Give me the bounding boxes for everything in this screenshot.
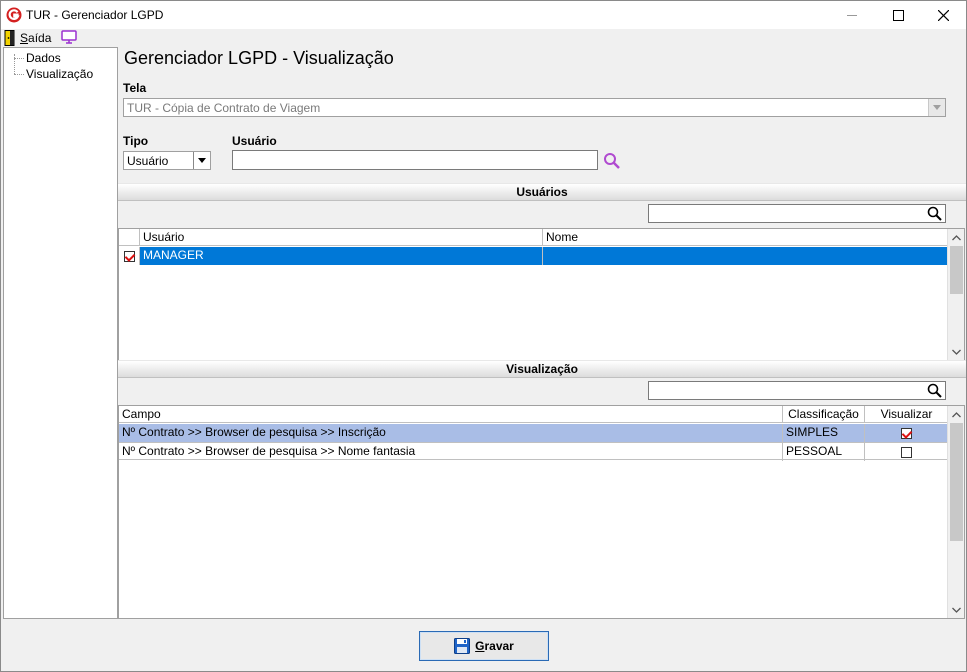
tipo-select-value: Usuário: [127, 154, 169, 168]
tree-item-label: Visualização: [26, 67, 94, 81]
col-classificacao-header[interactable]: Classificação: [783, 406, 865, 423]
scroll-up-icon[interactable]: [948, 229, 965, 246]
search-icon: [927, 206, 942, 224]
tela-select[interactable]: TUR - Cópia de Contrato de Viagem: [123, 98, 946, 117]
tree-item-dados[interactable]: Dados: [12, 51, 61, 65]
monitor-icon: [61, 30, 77, 44]
menu-exit[interactable]: Saída: [4, 29, 51, 47]
view-section-header: Visualização: [118, 360, 966, 378]
table-row[interactable]: MANAGER: [119, 247, 948, 265]
floppy-disk-icon: [454, 638, 471, 654]
monitor-button[interactable]: [61, 30, 77, 47]
col-visualizar-header[interactable]: Visualizar: [865, 406, 948, 423]
usuario-label: Usuário: [232, 134, 277, 148]
row-visualizar-checkbox[interactable]: [865, 424, 948, 442]
scroll-thumb[interactable]: [950, 246, 963, 294]
users-grid: Usuário Nome MANAGER: [118, 228, 965, 361]
page-title: Gerenciador LGPD - Visualização: [124, 48, 394, 68]
menu-bar: Saída: [1, 29, 966, 47]
row-classificacao: PESSOAL: [783, 443, 865, 461]
search-icon: [604, 153, 620, 169]
table-row[interactable]: Nº Contrato >> Browser de pesquisa >> In…: [119, 424, 948, 442]
row-campo: Nº Contrato >> Browser de pesquisa >> No…: [119, 443, 783, 461]
scroll-down-icon[interactable]: [948, 343, 965, 360]
row-nome: [543, 247, 948, 265]
usuario-search-button[interactable]: [603, 152, 621, 172]
row-checkbox[interactable]: [119, 247, 140, 265]
row-classificacao: SIMPLES: [783, 424, 865, 442]
window-title: TUR - Gerenciador LGPD: [26, 8, 164, 22]
minimize-button[interactable]: [829, 1, 875, 29]
close-button[interactable]: [920, 1, 966, 29]
users-search-input[interactable]: [648, 204, 946, 223]
users-section-header: Usuários: [118, 183, 966, 201]
view-search-input[interactable]: [648, 381, 946, 400]
minimize-icon: [847, 15, 857, 16]
app-logo-icon: [6, 7, 22, 23]
tela-select-value: TUR - Cópia de Contrato de Viagem: [127, 101, 321, 115]
tela-label: Tela: [123, 81, 147, 95]
menu-exit-label: Saída: [20, 31, 52, 45]
usuario-input[interactable]: [232, 150, 598, 170]
title-bar: TUR - Gerenciador LGPD: [1, 1, 966, 29]
col-campo-header[interactable]: Campo: [119, 406, 783, 423]
row-visualizar-checkbox[interactable]: [865, 443, 948, 461]
row-usuario: MANAGER: [140, 247, 543, 265]
tree-item-visualizacao[interactable]: Visualização: [12, 67, 93, 81]
view-grid-scrollbar[interactable]: [947, 406, 964, 618]
row-campo: Nº Contrato >> Browser de pesquisa >> In…: [119, 424, 783, 442]
navigation-tree: Dados Visualização: [3, 47, 118, 619]
view-grid: Campo Classificação Visualizar Nº Contra…: [118, 405, 965, 619]
scroll-thumb[interactable]: [950, 423, 963, 541]
col-check-header: [119, 229, 140, 246]
app-window: TUR - Gerenciador LGPD Saída Dados Visua…: [0, 0, 967, 672]
close-icon: [937, 9, 949, 21]
tree-item-label: Dados: [26, 51, 61, 65]
maximize-icon: [892, 9, 904, 21]
exit-door-icon: [4, 30, 15, 46]
maximize-button[interactable]: [875, 1, 921, 29]
col-usuario-header[interactable]: Usuário: [140, 229, 543, 246]
col-nome-header[interactable]: Nome: [543, 229, 948, 246]
users-grid-scrollbar[interactable]: [947, 229, 964, 360]
save-button[interactable]: Gravar: [419, 631, 549, 661]
tipo-select[interactable]: Usuário: [123, 151, 211, 170]
view-grid-header: Campo Classificação Visualizar: [119, 406, 948, 423]
chevron-down-icon: [193, 152, 210, 169]
tipo-label: Tipo: [123, 134, 149, 148]
users-grid-header: Usuário Nome: [119, 229, 948, 246]
table-row[interactable]: Nº Contrato >> Browser de pesquisa >> No…: [119, 442, 948, 461]
search-icon: [927, 383, 942, 401]
scroll-up-icon[interactable]: [948, 406, 965, 423]
scroll-down-icon[interactable]: [948, 601, 965, 618]
save-button-label: Gravar: [475, 639, 514, 653]
chevron-down-icon: [928, 99, 945, 116]
